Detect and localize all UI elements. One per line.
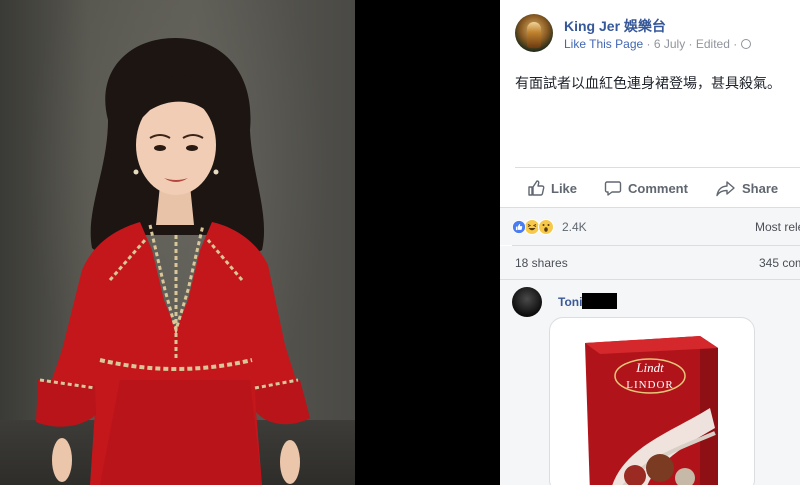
like-page-link[interactable]: Like This Page	[564, 37, 643, 51]
comment-button[interactable]: Comment	[604, 178, 688, 198]
like-button[interactable]: Like	[527, 178, 577, 198]
shares-count-link[interactable]: 18 shares	[515, 256, 568, 270]
commenter-avatar[interactable]	[512, 287, 542, 317]
redaction-block	[582, 293, 617, 309]
commenter-name[interactable]: Toni	[558, 295, 582, 309]
divider	[515, 167, 800, 168]
reaction-summary[interactable]: 2.4K	[512, 219, 587, 235]
facebook-post-panel: King Jer 娛樂台 Like This Page · 6 July · E…	[500, 0, 800, 485]
comment-icon	[604, 181, 622, 196]
lindor-box-image: Lindt LINDOR	[585, 336, 718, 485]
post-photo[interactable]	[0, 0, 355, 485]
edited-label[interactable]: Edited	[696, 37, 730, 51]
reactions-row: 2.4K Most rele	[500, 208, 800, 245]
product-brand-text: Lindt	[635, 360, 664, 375]
share-button[interactable]: Share	[716, 178, 778, 198]
woman-in-red-dress-illustration	[36, 38, 310, 485]
thumbs-up-icon	[528, 180, 545, 196]
most-relevant-dropdown[interactable]: Most rele	[755, 220, 800, 234]
share-arrow-icon	[716, 181, 735, 197]
wow-reaction-icon	[538, 219, 554, 235]
like-reaction-icon	[512, 220, 526, 234]
post-meta: Like This Page · 6 July · Edited ·	[564, 37, 751, 51]
comments-count-link[interactable]: 345 com	[759, 256, 800, 270]
page-avatar[interactable]	[515, 14, 553, 52]
page-name-link[interactable]: King Jer 娛樂台	[564, 16, 666, 36]
reaction-count: 2.4K	[562, 220, 587, 234]
post-date[interactable]: 6 July	[654, 37, 685, 51]
black-gap	[355, 0, 500, 485]
shares-row: 18 shares 345 com	[500, 246, 800, 279]
product-name-text: LINDOR	[626, 379, 674, 391]
comment-image[interactable]: Lindt LINDOR	[549, 317, 755, 485]
post-text: 有面試者以血紅色連身裙登場，甚具殺氣。	[515, 75, 781, 91]
comment-item: Toni Lindt LINDOR	[500, 280, 800, 485]
globe-icon[interactable]	[740, 39, 751, 49]
